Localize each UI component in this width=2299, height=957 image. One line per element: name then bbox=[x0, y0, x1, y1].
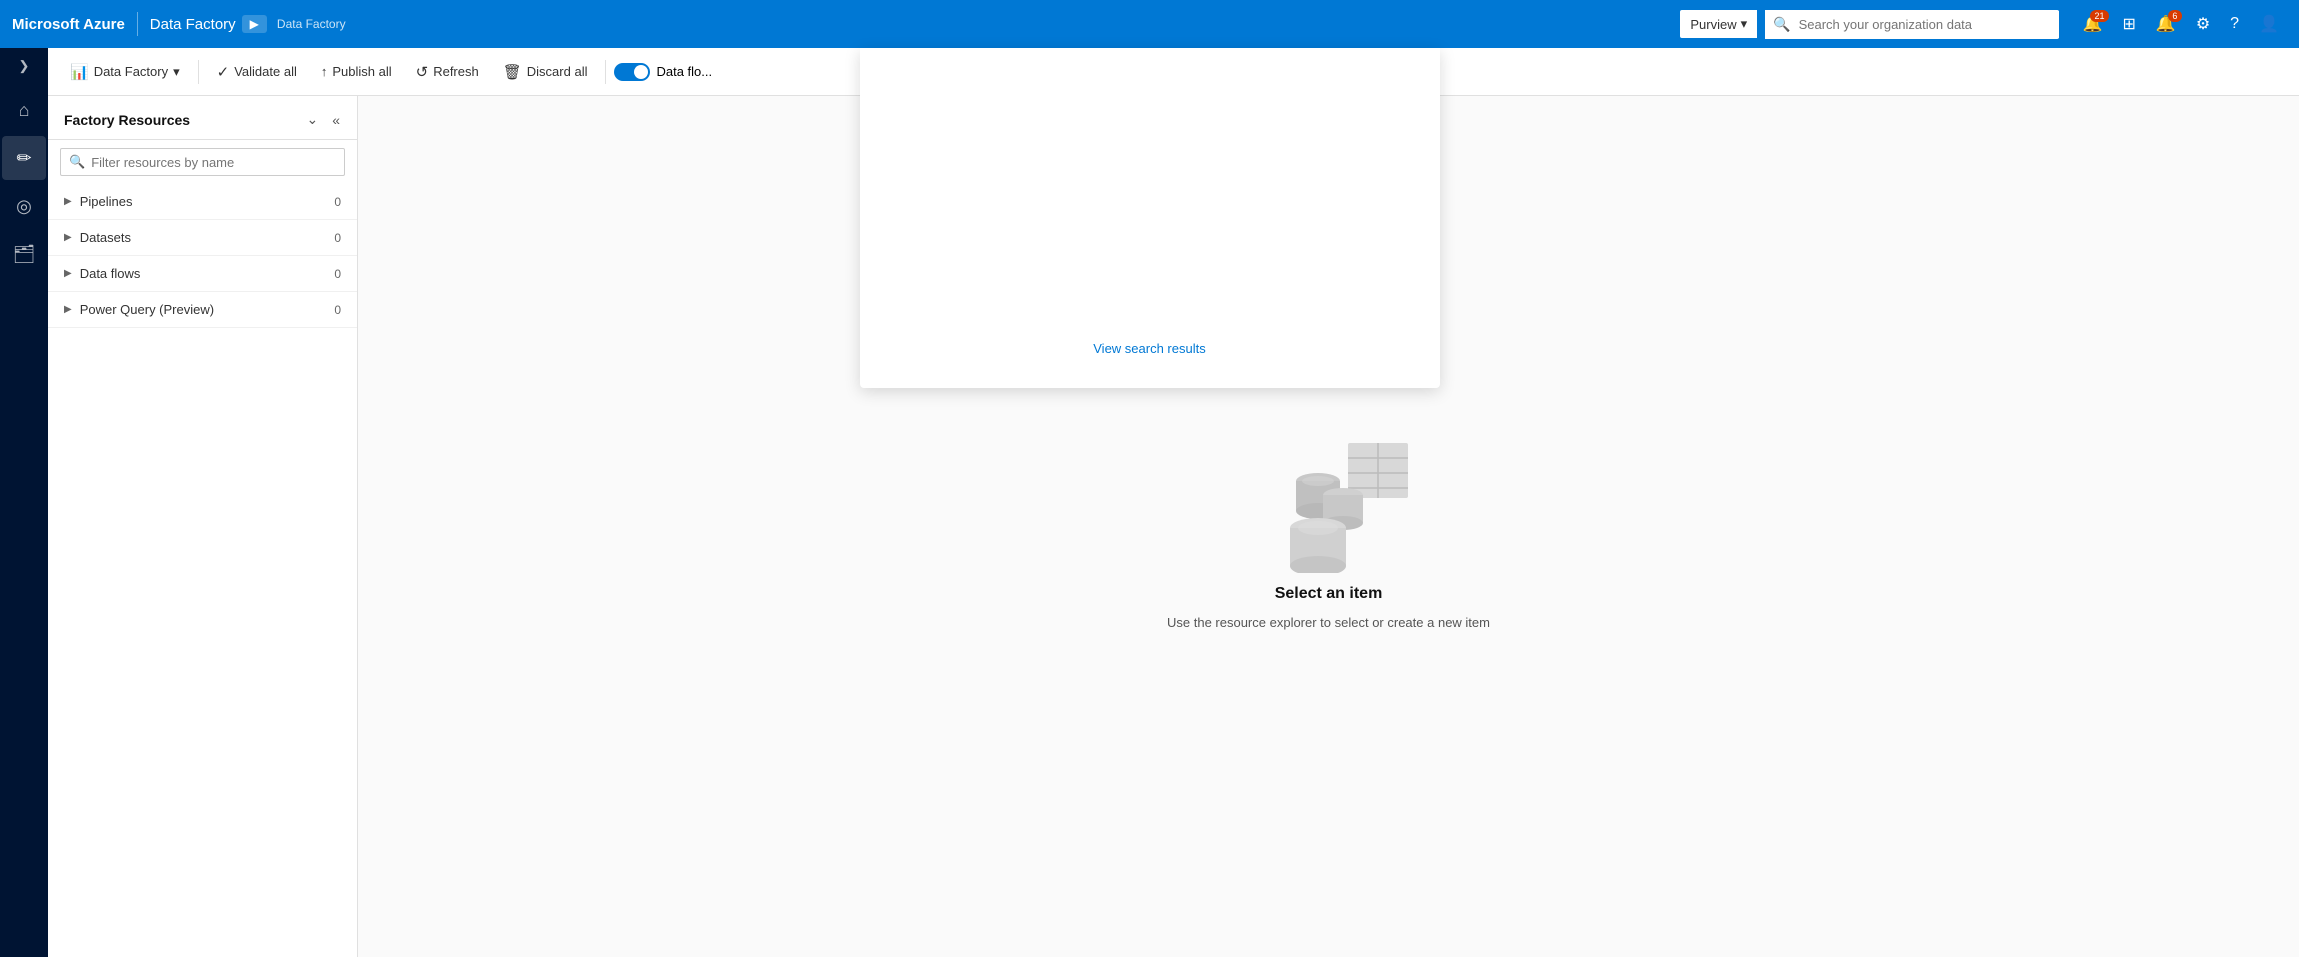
toolbar-sep-2 bbox=[605, 60, 606, 84]
toggle-switch-control[interactable] bbox=[614, 63, 650, 81]
power-query-count: 0 bbox=[334, 303, 341, 317]
validate-icon: ✓ bbox=[217, 63, 230, 81]
app-name: Data Factory bbox=[150, 16, 236, 33]
discard-all-label: Discard all bbox=[527, 64, 588, 79]
notifications-button[interactable]: 🔔21 bbox=[2075, 8, 2111, 40]
brand-name: Microsoft Azure bbox=[12, 16, 125, 33]
search-input[interactable] bbox=[1799, 11, 2059, 38]
data-flows-toggle[interactable]: Data flo... bbox=[614, 63, 712, 81]
account-button[interactable]: 👤 bbox=[2251, 8, 2287, 40]
left-sidebar: ❯ ⌂ ✏ ◎ 🗂 bbox=[0, 48, 48, 957]
toolbar-sep-1 bbox=[198, 60, 199, 84]
resources-panel: Factory Resources ⌄ « 🔍 ▶ Pipelines 0 ▶ … bbox=[48, 96, 358, 957]
resource-item-pipelines[interactable]: ▶ Pipelines 0 bbox=[48, 184, 357, 220]
pipelines-label: Pipelines bbox=[80, 194, 133, 209]
data-factory-button[interactable]: 📊 Data Factory ▾ bbox=[60, 57, 190, 87]
discard-icon: 🗑 bbox=[503, 63, 522, 81]
notifications-badge: 21 bbox=[2090, 10, 2108, 22]
help-button[interactable]: ? bbox=[2222, 9, 2247, 39]
validate-all-button[interactable]: ✓ Validate all bbox=[207, 57, 307, 87]
sidebar-collapse-toggle[interactable]: ❯ bbox=[2, 56, 46, 76]
data-factory-label: Data Factory bbox=[94, 64, 168, 79]
datasets-label: Datasets bbox=[80, 230, 131, 245]
resources-header-icons: ⌄ « bbox=[301, 108, 345, 131]
chevron-down-icon: ▾ bbox=[1741, 16, 1748, 32]
dropdown-icon: ▾ bbox=[173, 64, 180, 80]
search-overlay-empty-area bbox=[880, 68, 1420, 329]
refresh-button[interactable]: ↺ Refresh bbox=[406, 57, 489, 87]
search-box: 🔍 bbox=[1765, 10, 2058, 39]
app-badge: ▶ bbox=[242, 15, 267, 33]
sidebar-item-monitor[interactable]: ◎ bbox=[2, 184, 46, 228]
pipelines-count: 0 bbox=[334, 195, 341, 209]
nav-separator bbox=[137, 12, 138, 36]
alerts-badge: 6 bbox=[2168, 10, 2182, 22]
app-name-container: Data Factory ▶ Data Factory bbox=[150, 15, 346, 33]
resources-title: Factory Resources bbox=[64, 112, 190, 128]
discard-all-button[interactable]: 🗑 Discard all bbox=[493, 57, 598, 87]
settings-button[interactable]: ⚙ bbox=[2188, 8, 2218, 40]
publish-icon: ↑ bbox=[321, 64, 328, 79]
collapse-button[interactable]: ⌄ bbox=[301, 108, 323, 131]
data-factory-icon: 📊 bbox=[70, 63, 89, 81]
empty-state-illustration bbox=[1228, 423, 1428, 573]
empty-state-subtitle: Use the resource explorer to select or c… bbox=[1167, 615, 1490, 630]
refresh-icon: ↺ bbox=[416, 63, 429, 81]
pipelines-chevron-icon: ▶ bbox=[64, 196, 72, 207]
toggle-label: Data flo... bbox=[656, 64, 712, 79]
search-scope-label: Purview bbox=[1690, 17, 1736, 32]
refresh-label: Refresh bbox=[433, 64, 479, 79]
resource-item-datasets[interactable]: ▶ Datasets 0 bbox=[48, 220, 357, 256]
app-subtitle: Data Factory bbox=[277, 17, 346, 31]
portal-button[interactable]: ⊞ bbox=[2115, 8, 2144, 40]
data-flows-label: Data flows bbox=[80, 266, 141, 281]
resource-item-data-flows[interactable]: ▶ Data flows 0 bbox=[48, 256, 357, 292]
resource-item-power-query[interactable]: ▶ Power Query (Preview) 0 bbox=[48, 292, 357, 328]
power-query-chevron-icon: ▶ bbox=[64, 304, 72, 315]
validate-all-label: Validate all bbox=[234, 64, 297, 79]
empty-state-title: Select an item bbox=[1275, 585, 1383, 603]
datasets-count: 0 bbox=[334, 231, 341, 245]
publish-all-label: Publish all bbox=[332, 64, 391, 79]
data-flows-count: 0 bbox=[334, 267, 341, 281]
search-icon: 🔍 bbox=[1765, 10, 1798, 39]
top-navigation: Microsoft Azure Data Factory ▶ Data Fact… bbox=[0, 0, 2299, 48]
alerts-button[interactable]: 🔔6 bbox=[2148, 8, 2184, 40]
search-results-overlay: View search results bbox=[860, 48, 1440, 388]
search-overlay-content: View search results bbox=[860, 48, 1440, 388]
sidebar-item-home[interactable]: ⌂ bbox=[2, 88, 46, 132]
datasets-chevron-icon: ▶ bbox=[64, 232, 72, 243]
filter-search-icon: 🔍 bbox=[69, 154, 85, 170]
sidebar-item-manage[interactable]: 🗂 bbox=[2, 232, 46, 276]
view-search-results-link[interactable]: View search results bbox=[880, 329, 1420, 368]
sidebar-item-edit[interactable]: ✏ bbox=[2, 136, 46, 180]
publish-all-button[interactable]: ↑ Publish all bbox=[311, 58, 402, 85]
data-flows-chevron-icon: ▶ bbox=[64, 268, 72, 279]
resource-filter-input[interactable] bbox=[91, 155, 336, 170]
resources-header: Factory Resources ⌄ « bbox=[48, 96, 357, 140]
resource-filter-container: 🔍 bbox=[60, 148, 345, 176]
search-scope-dropdown[interactable]: Purview ▾ bbox=[1680, 10, 1757, 38]
empty-state: Select an item Use the resource explorer… bbox=[1167, 423, 1490, 630]
nav-icon-group: 🔔21 ⊞ 🔔6 ⚙ ? 👤 bbox=[2075, 8, 2287, 40]
search-container: Purview ▾ 🔍 bbox=[1680, 10, 2058, 39]
collapse-all-button[interactable]: « bbox=[327, 108, 345, 131]
power-query-label: Power Query (Preview) bbox=[80, 302, 214, 317]
